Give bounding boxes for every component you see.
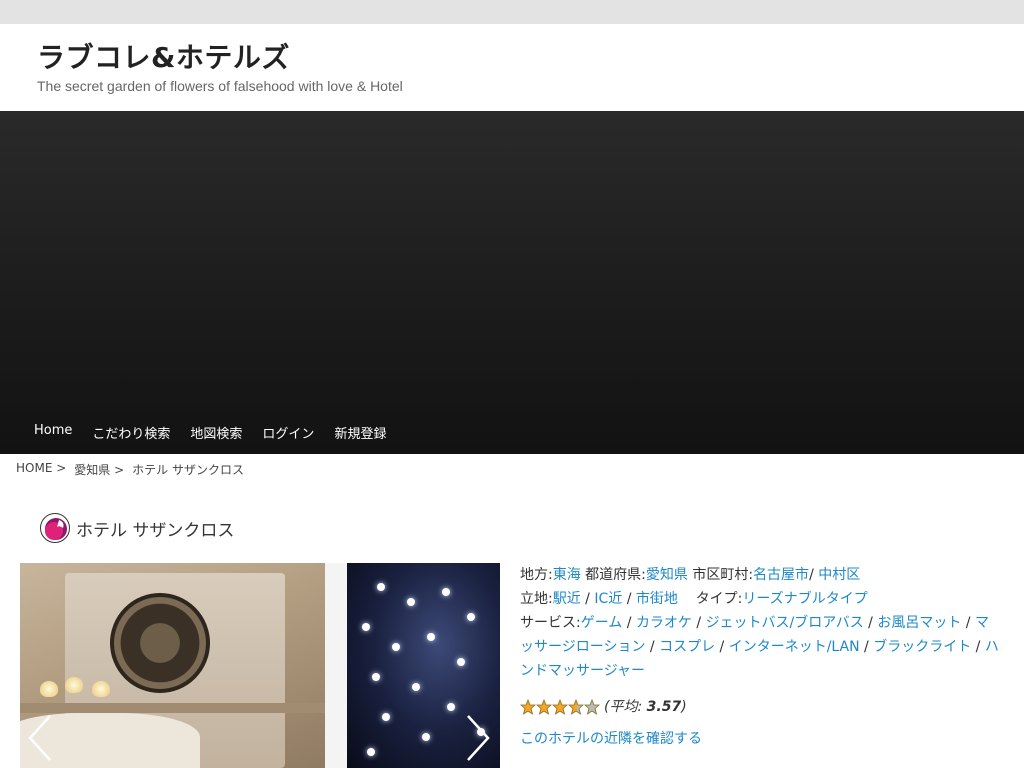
- city-label: 市区町村:: [692, 567, 754, 583]
- location-row: 立地:駅近 / IC近 / 市街地 タイプ:リーズナブルタイプ: [520, 591, 868, 607]
- hero-banner: Home こだわり検索 地図検索 ログイン 新規登録: [0, 111, 1024, 454]
- star-icon: [552, 699, 568, 715]
- service-link[interactable]: インターネット/LAN: [729, 639, 860, 655]
- chevron-left-icon[interactable]: [26, 713, 56, 763]
- nav-home[interactable]: Home: [24, 423, 82, 442]
- service-link[interactable]: コスプレ: [659, 639, 715, 655]
- rating-value: 3.57: [646, 699, 682, 715]
- nav-advanced-search[interactable]: こだわり検索: [82, 423, 180, 442]
- type-label: タイプ:: [695, 591, 743, 607]
- nearby-link[interactable]: このホテルの近隣を確認する: [520, 731, 702, 747]
- ward-link[interactable]: 中村区: [818, 567, 860, 583]
- breadcrumb: HOME > 愛知県 > ホテル サザンクロス: [16, 461, 252, 478]
- room-photo[interactable]: [20, 563, 325, 768]
- nav-login[interactable]: ログイン: [252, 423, 324, 442]
- site-tagline: The secret garden of flowers of falsehoo…: [37, 78, 403, 94]
- rating-average: (平均: 3.57): [604, 699, 687, 715]
- star-icon: [536, 699, 552, 715]
- hotel-heading: ホテル サザンクロス: [40, 513, 234, 543]
- rating-stars: [520, 699, 600, 715]
- location-link[interactable]: IC近: [594, 591, 622, 607]
- brand-logo-icon: [40, 513, 70, 543]
- prefecture-link[interactable]: 愛知県: [646, 567, 688, 583]
- location-link[interactable]: 駅近: [553, 591, 581, 607]
- hotel-info: 地方:東海 都道府県:愛知県 市区町村:名古屋市/ 中村区 立地:駅近 / IC…: [520, 563, 1000, 751]
- star-icon: [520, 699, 536, 715]
- photo-carousel[interactable]: [20, 563, 500, 768]
- service-link[interactable]: お風呂マット: [877, 615, 961, 631]
- nav-register[interactable]: 新規登録: [324, 423, 396, 442]
- page-title: ホテル サザンクロス: [76, 520, 235, 541]
- star-icon: [584, 699, 600, 715]
- breadcrumb-home[interactable]: HOME >: [16, 461, 66, 478]
- nav-map-search[interactable]: 地図検索: [180, 423, 252, 442]
- prefecture-label: 都道府県:: [585, 567, 646, 583]
- location-label: 立地:: [520, 591, 553, 607]
- chevron-right-icon[interactable]: [462, 713, 492, 763]
- region-link[interactable]: 東海: [553, 567, 581, 583]
- service-link[interactable]: ゲーム: [581, 615, 623, 631]
- location-link[interactable]: 市街地: [636, 591, 678, 607]
- services-row: サービス:ゲーム / カラオケ / ジェットバス/ブロアバス / お風呂マット …: [520, 615, 999, 679]
- region-label: 地方:: [520, 567, 553, 583]
- service-link[interactable]: カラオケ: [636, 615, 692, 631]
- site-header: ラブコレ&ホテルズ The secret garden of flowers o…: [0, 24, 1024, 111]
- service-link[interactable]: ジェットバス/ブロアバス: [706, 615, 864, 631]
- rating: (平均: 3.57): [520, 695, 1000, 719]
- breadcrumb-current: ホテル サザンクロス: [132, 463, 244, 477]
- service-link[interactable]: ブラックライト: [873, 639, 971, 655]
- site-title[interactable]: ラブコレ&ホテルズ: [37, 36, 290, 76]
- top-bar: [0, 0, 1024, 24]
- breadcrumb-prefecture[interactable]: 愛知県 >: [74, 461, 124, 478]
- city-link[interactable]: 名古屋市: [753, 567, 809, 583]
- type-link[interactable]: リーズナブルタイプ: [742, 591, 867, 607]
- star-icon: [568, 699, 584, 715]
- main-nav: Home こだわり検索 地図検索 ログイン 新規登録: [24, 423, 396, 442]
- area-row: 地方:東海 都道府県:愛知県 市区町村:名古屋市/ 中村区: [520, 567, 861, 583]
- service-label: サービス:: [520, 615, 581, 631]
